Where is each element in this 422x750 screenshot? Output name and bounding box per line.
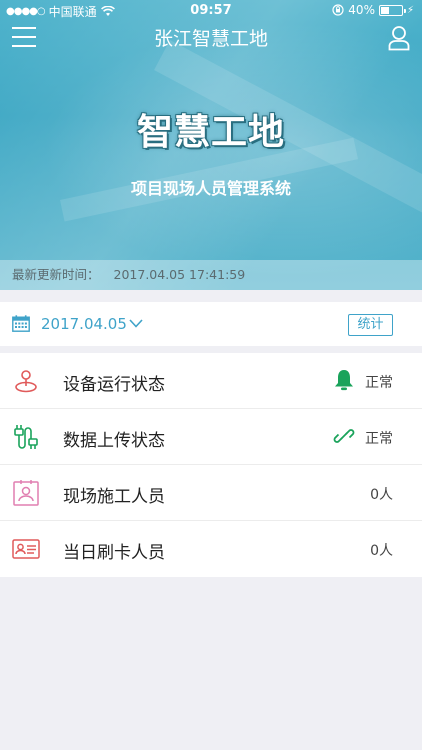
chevron-down-icon[interactable] <box>129 319 143 328</box>
hero-banner: ●●●●○ 中国联通 09:57 40% ⚡ 张江智慧工地 智慧工地 项目现场人… <box>0 0 422 290</box>
calendar-icon[interactable] <box>12 315 30 332</box>
battery-percent: 40% <box>348 3 375 17</box>
list-item-daily-card-swipes[interactable]: 当日刷卡人员 0人 <box>0 521 422 577</box>
status-bar: ●●●●○ 中国联通 09:57 40% ⚡ <box>0 0 422 22</box>
statistics-button[interactable]: 统计 <box>348 314 393 336</box>
status-list: 设备运行状态 正常 数据上传状态 正常 现场施工人员 0人 当日刷卡人员 0人 <box>0 353 422 577</box>
user-profile-icon[interactable] <box>388 25 410 51</box>
link-icon <box>333 429 355 443</box>
bell-icon <box>335 370 353 391</box>
plug-icon <box>14 425 38 449</box>
last-update-label: 最新更新时间： <box>12 267 100 282</box>
list-item-device-status[interactable]: 设备运行状态 正常 <box>0 353 422 409</box>
last-update-bar: 最新更新时间： 2017.04.05 17:41:59 <box>0 260 422 290</box>
last-update-value: 2017.04.05 17:41:59 <box>113 267 246 282</box>
list-item-onsite-workers[interactable]: 现场施工人员 0人 <box>0 465 422 521</box>
charging-icon: ⚡ <box>406 4 414 16</box>
list-item-upload-status[interactable]: 数据上传状态 正常 <box>0 409 422 465</box>
list-item-label: 现场施工人员 <box>63 487 165 507</box>
list-item-value: 0人 <box>370 487 393 503</box>
battery-icon <box>378 4 406 16</box>
hero-title: 智慧工地 <box>136 112 285 153</box>
hero-subtitle: 项目现场人员管理系统 <box>130 179 291 198</box>
badge-icon <box>13 480 39 506</box>
list-item-label: 数据上传状态 <box>63 431 165 451</box>
orientation-lock-icon <box>332 4 344 16</box>
page-title: 张江智慧工地 <box>153 28 268 50</box>
id-card-icon <box>12 539 40 559</box>
list-item-label: 当日刷卡人员 <box>63 543 165 563</box>
selected-date[interactable]: 2017.04.05 <box>41 315 127 333</box>
date-selector-bar: 2017.04.05 统计 <box>0 302 422 346</box>
list-item-value: 正常 <box>365 375 393 391</box>
location-pin-icon <box>15 370 37 393</box>
list-item-value: 正常 <box>365 431 393 447</box>
list-item-value: 0人 <box>370 543 393 559</box>
list-item-label: 设备运行状态 <box>63 375 165 395</box>
